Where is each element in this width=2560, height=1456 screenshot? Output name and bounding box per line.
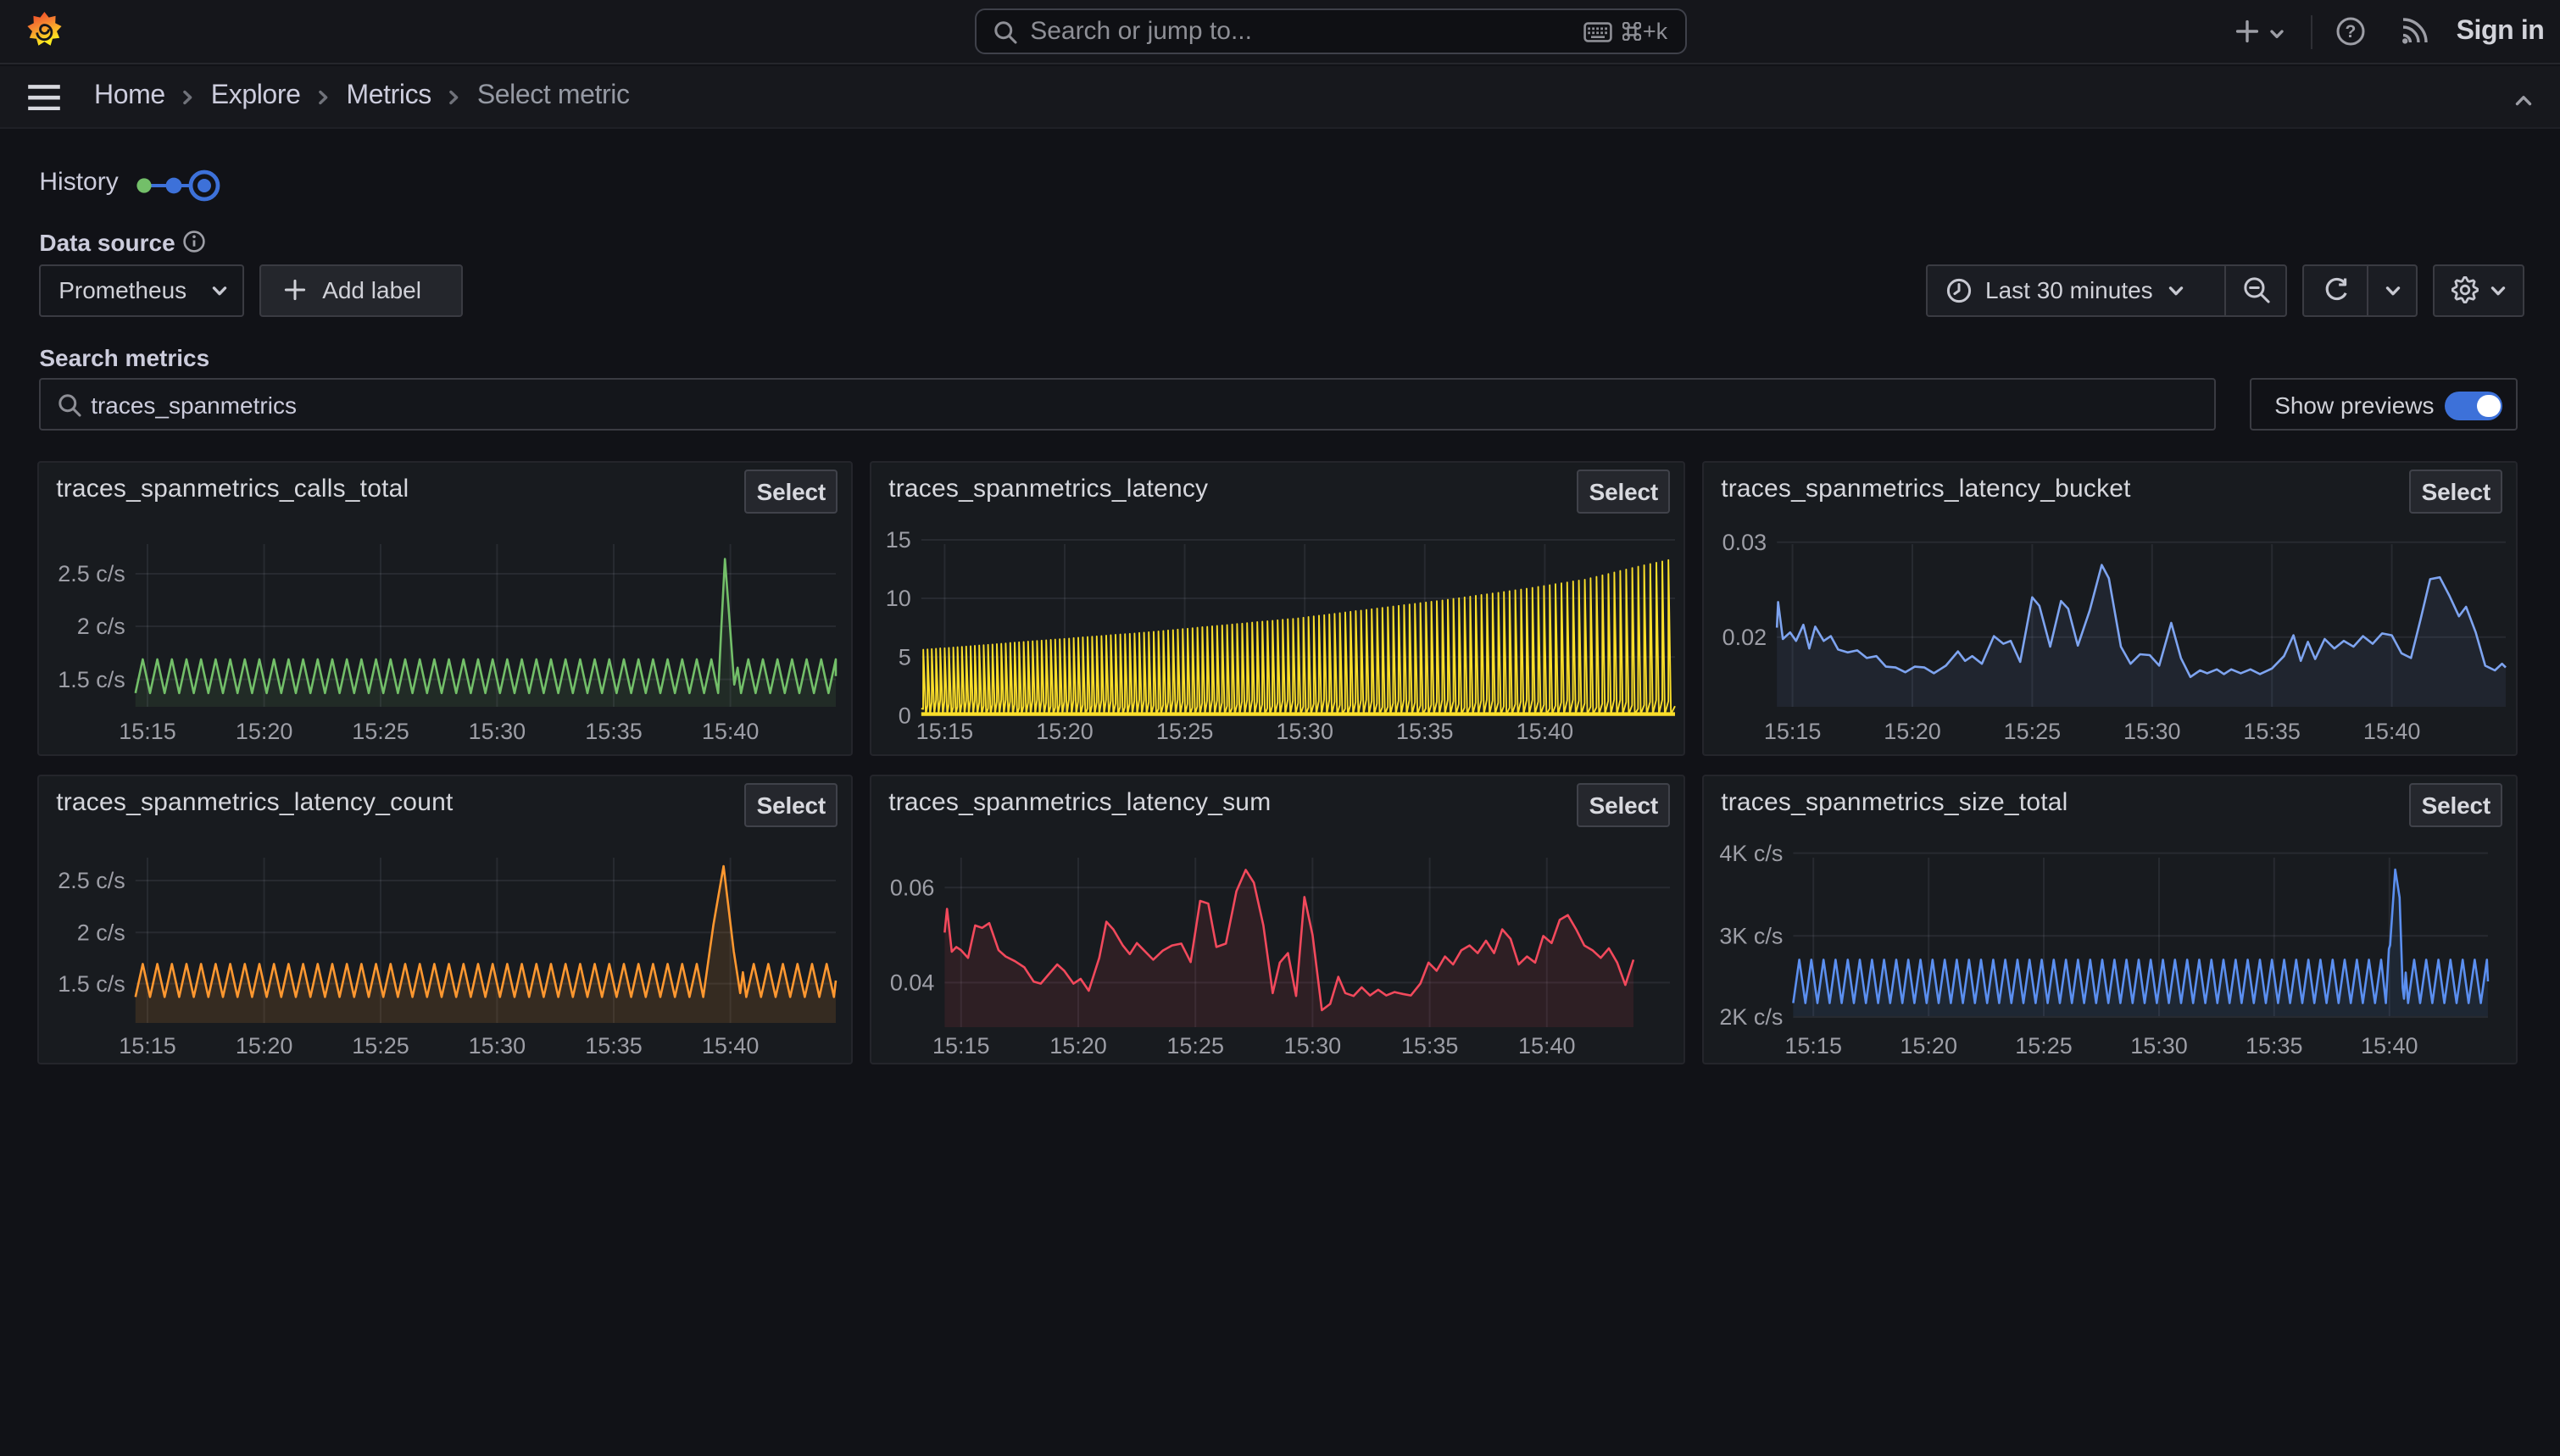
svg-text:0.04: 0.04 (890, 970, 935, 995)
svg-text:2 c/s: 2 c/s (77, 613, 125, 638)
svg-text:15:30: 15:30 (1284, 1032, 1342, 1058)
svg-text:15:30: 15:30 (469, 1032, 526, 1058)
svg-text:15:35: 15:35 (1401, 1032, 1459, 1058)
svg-text:1.5 c/s: 1.5 c/s (58, 666, 125, 692)
svg-text:15:15: 15:15 (1764, 718, 1822, 743)
svg-text:15:25: 15:25 (2004, 718, 2062, 743)
svg-text:0: 0 (899, 702, 911, 727)
svg-text:3K c/s: 3K c/s (1720, 922, 1784, 948)
svg-text:1.5 c/s: 1.5 c/s (58, 970, 125, 996)
svg-text:15:30: 15:30 (2123, 718, 2181, 743)
svg-text:2.5 c/s: 2.5 c/s (58, 560, 125, 586)
svg-text:15:40: 15:40 (702, 1032, 760, 1058)
svg-text:0.03: 0.03 (1722, 529, 1767, 554)
svg-text:15:40: 15:40 (2361, 1032, 2418, 1058)
svg-text:15:40: 15:40 (1518, 1032, 1576, 1058)
svg-text:15:35: 15:35 (585, 718, 643, 743)
svg-text:15:30: 15:30 (2130, 1032, 2188, 1058)
svg-text:15:30: 15:30 (469, 718, 526, 743)
svg-text:2K c/s: 2K c/s (1720, 1003, 1784, 1029)
svg-text:15:40: 15:40 (1517, 718, 1574, 743)
svg-text:15:35: 15:35 (585, 1032, 643, 1058)
svg-text:2.5 c/s: 2.5 c/s (58, 867, 125, 892)
svg-text:15:25: 15:25 (2015, 1032, 2073, 1058)
svg-text:15:20: 15:20 (1901, 1032, 1958, 1058)
svg-text:15:20: 15:20 (236, 1032, 293, 1058)
svg-text:15:20: 15:20 (1036, 718, 1094, 743)
svg-text:15:15: 15:15 (932, 1032, 990, 1058)
svg-text:5: 5 (899, 643, 911, 669)
svg-text:15:35: 15:35 (2244, 718, 2301, 743)
svg-text:15:25: 15:25 (352, 718, 409, 743)
svg-text:15:40: 15:40 (2363, 718, 2421, 743)
svg-text:15:35: 15:35 (2246, 1032, 2303, 1058)
svg-text:0.06: 0.06 (890, 874, 935, 899)
svg-text:15:20: 15:20 (1049, 1032, 1107, 1058)
svg-text:4K c/s: 4K c/s (1720, 840, 1784, 865)
svg-text:?: ? (2345, 23, 2356, 42)
svg-text:15:15: 15:15 (119, 718, 176, 743)
svg-text:0.02: 0.02 (1722, 624, 1767, 649)
svg-text:15:25: 15:25 (352, 1032, 409, 1058)
svg-text:15:20: 15:20 (236, 718, 293, 743)
svg-text:15:25: 15:25 (1156, 718, 1214, 743)
svg-text:15:25: 15:25 (1167, 1032, 1225, 1058)
svg-text:15:40: 15:40 (702, 718, 760, 743)
svg-text:15:15: 15:15 (916, 718, 974, 743)
svg-text:15:35: 15:35 (1396, 718, 1454, 743)
svg-text:2 c/s: 2 c/s (77, 919, 125, 944)
svg-text:15:20: 15:20 (1884, 718, 1941, 743)
svg-text:15:15: 15:15 (119, 1032, 176, 1058)
svg-text:10: 10 (886, 585, 911, 610)
svg-text:15:15: 15:15 (1785, 1032, 1843, 1058)
svg-text:15: 15 (886, 526, 911, 552)
svg-text:15:30: 15:30 (1277, 718, 1334, 743)
